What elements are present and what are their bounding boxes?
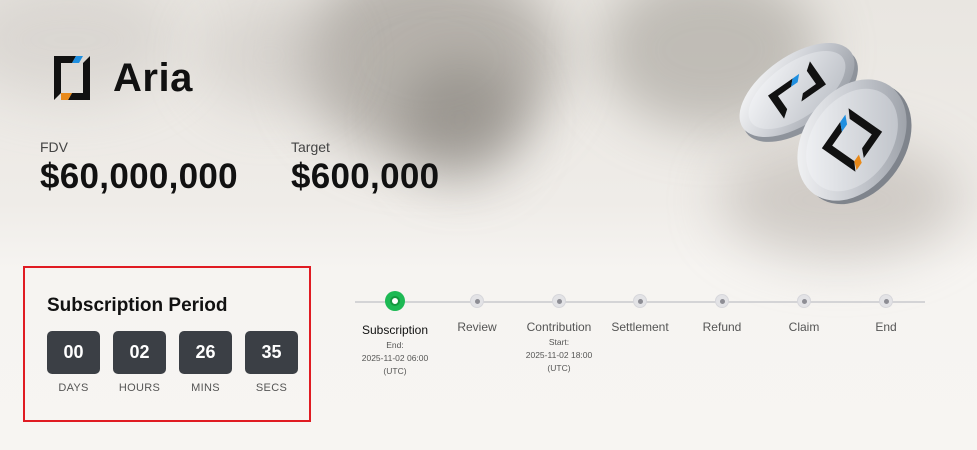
countdown-value: 02	[113, 331, 166, 374]
step-dot-icon	[879, 294, 893, 308]
timeline-step-subscription: Subscription End: 2025-11-02 06:00 (UTC)	[350, 290, 440, 378]
stat-value: $600,000	[291, 157, 440, 196]
stat-fdv: FDV $60,000,000	[40, 139, 238, 197]
countdown-value: 35	[245, 331, 298, 374]
countdown-days: 00 DAYS	[47, 331, 100, 394]
timeline-step-end: End	[841, 290, 931, 334]
launch-timeline: Subscription End: 2025-11-02 06:00 (UTC)…	[355, 290, 925, 390]
countdown-mins: 26 MINS	[179, 331, 232, 394]
stat-value: $60,000,000	[40, 157, 238, 196]
aria-logo-icon	[50, 52, 94, 104]
timeline-step-settlement: Settlement	[595, 290, 685, 334]
step-label: Contribution	[526, 320, 592, 334]
step-detail: End: 2025-11-02 06:00 (UTC)	[361, 340, 429, 376]
step-dot-icon	[552, 294, 566, 308]
active-step-dot-icon	[385, 291, 405, 311]
coins-illustration	[722, 20, 922, 210]
stat-target: Target $600,000	[291, 139, 439, 197]
step-detail: Start: 2025-11-02 18:00 (UTC)	[525, 337, 593, 373]
countdown-value: 26	[179, 331, 232, 374]
subscription-countdown-card: Subscription Period 00 DAYS 02 HOURS 26 …	[23, 266, 311, 422]
step-dot-icon	[715, 294, 729, 308]
countdown-unit-label: HOURS	[118, 382, 161, 394]
timeline-step-refund: Refund	[677, 290, 767, 334]
step-dot-icon	[470, 294, 484, 308]
countdown-value: 00	[47, 331, 100, 374]
step-label: Refund	[702, 320, 742, 334]
step-dot-icon	[633, 294, 647, 308]
step-label: Subscription	[361, 323, 429, 337]
countdown-secs: 35 SECS	[245, 331, 298, 394]
timeline-step-review: Review	[432, 290, 522, 334]
stat-label: FDV	[40, 139, 68, 155]
countdown-timer: 00 DAYS 02 HOURS 26 MINS 35 SECS	[47, 331, 298, 394]
countdown-unit-label: DAYS	[58, 382, 89, 394]
step-label: End	[875, 320, 897, 334]
step-label: Claim	[788, 320, 820, 334]
timeline-step-contribution: Contribution Start: 2025-11-02 18:00 (UT…	[514, 290, 604, 375]
stat-label: Target	[291, 139, 330, 155]
step-dot-icon	[797, 294, 811, 308]
countdown-hours: 02 HOURS	[113, 331, 166, 394]
countdown-unit-label: SECS	[255, 382, 288, 394]
project-name: Aria	[113, 56, 193, 100]
countdown-title: Subscription Period	[47, 295, 228, 316]
step-label: Settlement	[611, 320, 669, 334]
countdown-unit-label: MINS	[191, 382, 220, 394]
step-label: Review	[457, 320, 497, 334]
timeline-step-claim: Claim	[759, 290, 849, 334]
